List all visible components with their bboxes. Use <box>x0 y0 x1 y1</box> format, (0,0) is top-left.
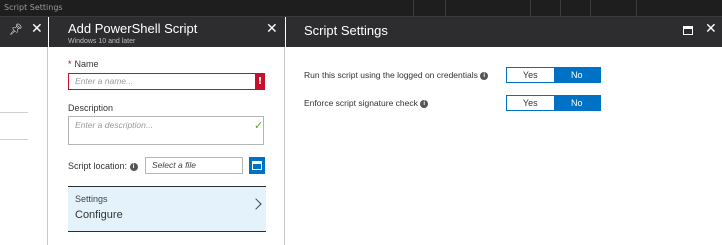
blade-title: Add PowerShell Script <box>68 21 198 36</box>
chevron-right-icon <box>250 198 262 210</box>
top-bar-divider <box>560 0 561 16</box>
name-input[interactable]: Enter a name... <box>68 73 264 90</box>
top-bar-divider <box>636 0 637 16</box>
close-icon[interactable]: ✕ <box>266 21 278 37</box>
description-label: Description <box>68 103 114 113</box>
blade-title: Script Settings <box>304 23 388 38</box>
script-settings-blade: Script Settings ✕ Run this script using … <box>286 17 722 245</box>
settings-title: Settings <box>75 194 108 204</box>
toggle-option-no[interactable]: No <box>553 96 600 110</box>
toggle-option-no[interactable]: No <box>553 68 600 82</box>
toggle-option-yes[interactable]: Yes <box>507 96 554 110</box>
previous-blade: 📌︎ ✕ <box>0 17 48 245</box>
run-as-logged-on-label-text: Run this script using the logged on cred… <box>304 70 478 80</box>
settings-configure-item[interactable]: Settings Configure <box>68 186 266 232</box>
maximize-icon[interactable] <box>683 26 693 35</box>
browse-file-icon[interactable] <box>249 157 265 174</box>
run-as-logged-on-label: Run this script using the logged on cred… <box>304 70 489 80</box>
add-powershell-script-blade: Add PowerShell Script Windows 10 and lat… <box>49 17 285 245</box>
info-icon[interactable]: i <box>129 162 138 171</box>
close-icon[interactable]: ✕ <box>705 21 717 37</box>
top-bar: Script Settings <box>0 0 722 17</box>
script-location-label-text: Script location: <box>68 161 128 171</box>
top-bar-divider <box>445 0 446 16</box>
enforce-signature-label: Enforce script signature check i <box>304 98 429 108</box>
window-title: Script Settings <box>4 3 63 12</box>
name-label-text: Name <box>74 59 99 69</box>
previous-blade-header: 📌︎ ✕ <box>0 17 48 47</box>
toggle-option-yes[interactable]: Yes <box>507 68 554 82</box>
check-icon: ✓ <box>254 119 264 132</box>
divider <box>0 139 28 140</box>
divider <box>0 112 28 113</box>
blade-header: Add PowerShell Script Windows 10 and lat… <box>49 17 285 47</box>
blade-header: Script Settings ✕ <box>286 17 722 47</box>
blade-subtitle: Windows 10 and later <box>68 38 136 45</box>
error-icon: ! <box>255 73 265 90</box>
close-icon[interactable]: ✕ <box>31 21 43 37</box>
browse-file-icon-bar <box>252 161 262 164</box>
required-mark: * <box>68 59 72 69</box>
pin-icon[interactable]: 📌︎ <box>9 23 23 36</box>
info-icon[interactable]: i <box>480 71 489 80</box>
script-file-input[interactable]: Select a file <box>145 157 243 174</box>
top-bar-divider <box>590 0 591 16</box>
top-bar-divider <box>530 0 531 16</box>
top-bar-divider <box>413 0 414 16</box>
script-location-label: Script location: i <box>68 161 138 171</box>
settings-value: Configure <box>75 209 123 221</box>
enforce-signature-label-text: Enforce script signature check <box>304 98 418 108</box>
enforce-signature-toggle[interactable]: Yes No <box>506 95 601 111</box>
info-icon[interactable]: i <box>420 99 429 108</box>
run-as-logged-on-toggle[interactable]: Yes No <box>506 67 601 83</box>
name-label: * Name <box>68 59 99 69</box>
description-input[interactable]: Enter a description... <box>68 116 264 145</box>
